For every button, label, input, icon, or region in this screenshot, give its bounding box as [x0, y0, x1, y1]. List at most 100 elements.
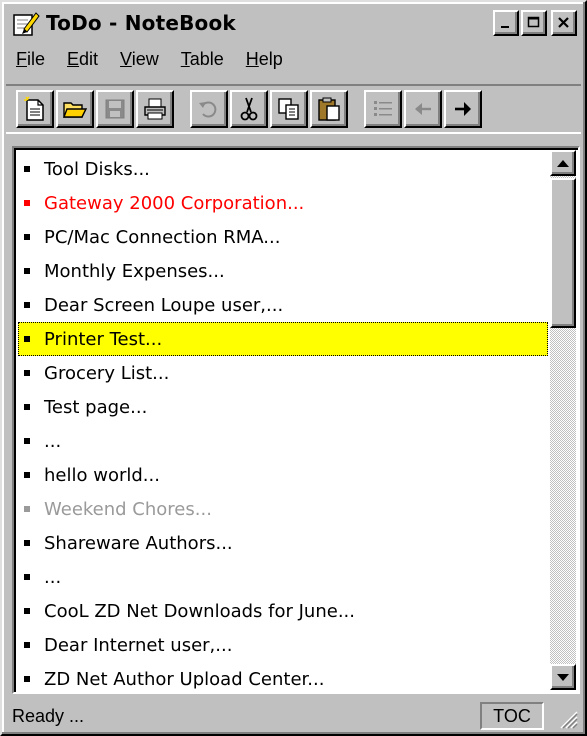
bullet-icon	[24, 676, 30, 682]
bullet-icon	[24, 642, 30, 648]
list-item[interactable]: PC/Mac Connection RMA...	[18, 220, 548, 254]
list-item[interactable]: Dear Internet user,...	[18, 628, 548, 662]
list-item-text: Dear Internet user,...	[44, 634, 233, 656]
copy-icon	[278, 98, 299, 120]
list-item[interactable]: Printer Test...	[18, 322, 548, 356]
list-item-text: CooL ZD Net Downloads for June...	[44, 600, 355, 622]
list-item[interactable]: Dear Screen Loupe user,...	[18, 288, 548, 322]
scissors-icon	[240, 97, 258, 121]
menu-table[interactable]: Table	[173, 49, 232, 70]
menu-help[interactable]: Help	[238, 49, 291, 70]
menu-edit[interactable]: Edit	[59, 49, 106, 70]
arrow-left-icon	[415, 103, 431, 115]
scroll-down-button[interactable]	[550, 664, 576, 690]
status-text: Ready ...	[12, 705, 85, 726]
maximize-icon	[527, 16, 540, 28]
list-item-text: ZD Net Author Upload Center...	[44, 668, 325, 690]
list-item[interactable]: ...	[18, 560, 548, 594]
status-bar: Ready ... TOC	[6, 700, 581, 732]
new-document-icon	[24, 96, 44, 121]
list-item-text: ...	[44, 566, 62, 588]
save-disk-icon	[105, 99, 125, 119]
bullet-icon	[24, 438, 30, 444]
bullet-icon	[24, 268, 30, 274]
resize-grip-icon[interactable]	[555, 706, 579, 730]
list-item-text: Dear Screen Loupe user,...	[44, 294, 284, 316]
list-item[interactable]: CooL ZD Net Downloads for June...	[18, 594, 548, 628]
list-item-text: Grocery List...	[44, 362, 170, 384]
list-item-text: Printer Test...	[44, 328, 163, 350]
undo-button[interactable]	[190, 90, 228, 128]
menu-view[interactable]: View	[112, 49, 167, 70]
list-item[interactable]: ...	[18, 424, 548, 458]
list-item-text: Weekend Chores...	[44, 498, 212, 520]
notes-list-rows: Tool Disks... Gateway 2000 Corporation...…	[18, 152, 548, 692]
list-item-text: PC/Mac Connection RMA...	[44, 226, 281, 248]
open-button[interactable]	[56, 90, 94, 128]
paste-clipboard-icon	[318, 97, 340, 121]
bullet-icon	[24, 574, 30, 580]
close-button[interactable]	[551, 10, 577, 36]
list-item[interactable]: Grocery List...	[18, 356, 548, 390]
scroll-up-button[interactable]	[550, 150, 576, 176]
bullet-icon	[24, 302, 30, 308]
list-item[interactable]: hello world...	[18, 458, 548, 492]
minimize-button[interactable]	[493, 10, 519, 36]
open-folder-icon	[62, 102, 88, 118]
bullet-icon	[24, 540, 30, 546]
forward-button[interactable]	[444, 90, 482, 128]
toolbar	[6, 84, 581, 134]
list-item[interactable]: Weekend Chores...	[18, 492, 548, 526]
list-item[interactable]: Shareware Authors...	[18, 526, 548, 560]
list-item-text: Gateway 2000 Corporation...	[44, 192, 305, 214]
triangle-up-icon	[557, 159, 569, 167]
arrow-right-icon	[455, 102, 471, 116]
copy-button[interactable]	[270, 90, 308, 128]
list-item-text: ...	[44, 430, 62, 452]
close-icon	[558, 17, 569, 28]
triangle-down-icon	[557, 673, 569, 681]
menu-bar: File Edit View Table Help	[6, 42, 581, 76]
cut-button[interactable]	[230, 90, 268, 128]
bullet-icon	[24, 336, 30, 342]
list-item[interactable]: Gateway 2000 Corporation...	[18, 186, 548, 220]
notebook-pen-icon	[12, 9, 40, 37]
print-button[interactable]	[136, 90, 174, 128]
list-item-text: Test page...	[44, 396, 148, 418]
title-bar[interactable]: ToDo - NoteBook	[6, 6, 581, 40]
new-note-button[interactable]	[16, 90, 54, 128]
list-icon	[374, 101, 392, 116]
notebook-window: ToDo - NoteBook File Edit View Table Hel…	[0, 0, 587, 736]
window-controls	[491, 10, 577, 36]
paste-button[interactable]	[310, 90, 348, 128]
bullet-icon	[24, 234, 30, 240]
list-item-text: Monthly Expenses...	[44, 260, 225, 282]
save-button[interactable]	[96, 90, 134, 128]
notes-list[interactable]: Tool Disks... Gateway 2000 Corporation...…	[12, 146, 580, 694]
menu-file[interactable]: File	[6, 49, 53, 70]
bullet-icon	[24, 472, 30, 478]
list-view-button[interactable]	[364, 90, 402, 128]
back-button[interactable]	[404, 90, 442, 128]
window-title: ToDo - NoteBook	[46, 11, 236, 35]
maximize-button[interactable]	[521, 10, 547, 36]
bullet-icon	[24, 200, 30, 206]
list-item-text: Tool Disks...	[44, 158, 150, 180]
bullet-icon	[24, 608, 30, 614]
list-item[interactable]: Monthly Expenses...	[18, 254, 548, 288]
bullet-icon	[24, 506, 30, 512]
vertical-scrollbar[interactable]	[550, 150, 576, 690]
bullet-icon	[24, 166, 30, 172]
bullet-icon	[24, 370, 30, 376]
printer-icon	[144, 98, 166, 120]
list-item-text: hello world...	[44, 464, 160, 486]
undo-icon	[199, 101, 217, 118]
bullet-icon	[24, 404, 30, 410]
minimize-icon	[501, 26, 509, 28]
list-item[interactable]: Test page...	[18, 390, 548, 424]
list-item-text: Shareware Authors...	[44, 532, 233, 554]
list-item[interactable]: ZD Net Author Upload Center...	[18, 662, 548, 692]
status-panel-toc: TOC	[480, 702, 544, 730]
scroll-thumb[interactable]	[550, 178, 576, 328]
list-item[interactable]: Tool Disks...	[18, 152, 548, 186]
